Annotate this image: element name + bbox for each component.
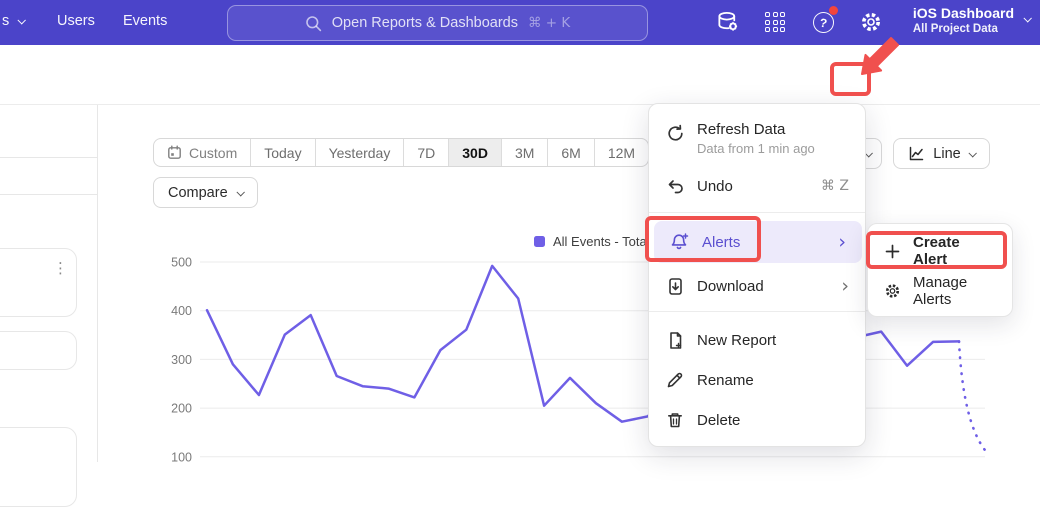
download-icon xyxy=(665,276,685,296)
query-card[interactable]: ⋮ xyxy=(0,248,77,317)
menu-item-label: Download xyxy=(697,278,764,295)
undo-icon xyxy=(665,176,685,196)
menu-item-rename[interactable]: Rename xyxy=(649,360,865,400)
settings-icon[interactable] xyxy=(858,9,884,35)
pencil-icon xyxy=(665,370,685,390)
chevron-down-icon xyxy=(1023,14,1031,22)
menu-item-label: Alerts xyxy=(702,234,740,251)
project-switcher[interactable]: iOS Dashboard All Project Data xyxy=(913,4,1030,36)
menu-item-label: Refresh Data xyxy=(697,121,815,138)
nav-partial-label: s xyxy=(2,13,9,29)
chevron-down-icon xyxy=(968,149,976,157)
chevron-right-icon: › xyxy=(838,233,846,252)
menu-item-description: Data from 1 min ago xyxy=(697,141,815,156)
help-icon[interactable]: ? xyxy=(810,9,836,35)
query-card[interactable] xyxy=(0,427,77,507)
range-custom[interactable]: Custom xyxy=(154,139,250,166)
range-7d[interactable]: 7D xyxy=(403,139,448,166)
menu-item-label: Manage Alerts xyxy=(913,274,996,308)
nav-item-users[interactable]: Users xyxy=(57,13,95,29)
range-6m[interactable]: 6M xyxy=(547,139,593,166)
query-builder-sidebar: ⋮ xyxy=(0,105,98,462)
menu-item-shortcut: ⌘ Z xyxy=(821,178,849,194)
search-placeholder: Open Reports & Dashboards xyxy=(332,15,518,31)
menu-item-download[interactable]: Download › xyxy=(649,266,865,306)
svg-text:100: 100 xyxy=(171,450,192,462)
kebab-menu-icon[interactable]: ⋮ xyxy=(53,259,68,277)
chevron-down-icon xyxy=(236,188,244,196)
menu-divider xyxy=(649,212,865,213)
plus-icon xyxy=(884,241,901,261)
menu-divider xyxy=(649,311,865,312)
menu-item-undo[interactable]: Undo ⌘ Z xyxy=(649,166,865,206)
search-icon xyxy=(305,15,322,32)
bell-plus-icon xyxy=(670,232,690,252)
project-name: iOS Dashboard xyxy=(913,4,1014,22)
top-navbar: s Users Events Open Reports & Dashboards… xyxy=(0,0,1040,45)
menu-item-label: Delete xyxy=(697,412,740,429)
menu-item-label: New Report xyxy=(697,332,776,349)
nav-item-events[interactable]: Events xyxy=(123,13,167,29)
sidebar-divider xyxy=(0,194,98,195)
range-yesterday[interactable]: Yesterday xyxy=(315,139,404,166)
menu-item-delete[interactable]: Delete xyxy=(649,400,865,440)
menu-item-label: Rename xyxy=(697,372,754,389)
svg-text:400: 400 xyxy=(171,304,192,318)
search-input[interactable]: Open Reports & Dashboards ⌘ + K xyxy=(227,5,648,41)
range-today[interactable]: Today xyxy=(250,139,314,166)
chart-type-button[interactable]: Line xyxy=(893,138,990,169)
range-12m[interactable]: 12M xyxy=(594,139,648,166)
report-context-menu: Refresh Data Data from 1 min ago Undo ⌘ … xyxy=(648,103,866,447)
report-header xyxy=(0,45,1040,105)
svg-text:500: 500 xyxy=(171,256,192,270)
trash-icon xyxy=(665,410,685,430)
date-range-control: Custom Today Yesterday 7D 30D 3M 6M 12M xyxy=(153,138,649,167)
alerts-menu-item[interactable]: Alerts › xyxy=(654,221,862,263)
range-30d[interactable]: 30D xyxy=(448,139,501,166)
data-management-icon[interactable] xyxy=(715,9,741,35)
apps-grid-icon[interactable] xyxy=(762,9,788,35)
notification-dot xyxy=(829,6,838,15)
manage-alerts-item[interactable]: Manage Alerts xyxy=(868,271,1012,311)
query-card[interactable] xyxy=(0,331,77,370)
alerts-submenu: Create Alert Manage Alerts xyxy=(867,223,1013,317)
svg-text:300: 300 xyxy=(171,353,192,367)
search-shortcut: ⌘ + K xyxy=(528,15,570,31)
calendar-icon xyxy=(167,145,182,160)
menu-item-label: Undo xyxy=(697,178,733,195)
menu-item-refresh-data[interactable]: Refresh Data Data from 1 min ago xyxy=(649,116,865,166)
range-3m[interactable]: 3M xyxy=(501,139,547,166)
gear-icon xyxy=(884,281,901,301)
project-scope: All Project Data xyxy=(913,22,1014,36)
create-alert-item[interactable]: Create Alert xyxy=(868,231,1012,271)
refresh-icon xyxy=(665,123,685,143)
chevron-down-icon xyxy=(18,16,26,24)
chevron-right-icon: › xyxy=(841,277,849,296)
compare-button[interactable]: Compare xyxy=(153,177,258,208)
svg-text:200: 200 xyxy=(171,402,192,416)
line-chart-icon xyxy=(908,145,925,162)
sidebar-divider xyxy=(0,157,98,158)
menu-item-label: Create Alert xyxy=(913,234,996,268)
menu-item-new-report[interactable]: New Report xyxy=(649,320,865,360)
nav-item-partial[interactable]: s xyxy=(2,13,24,29)
new-report-icon xyxy=(665,330,685,350)
